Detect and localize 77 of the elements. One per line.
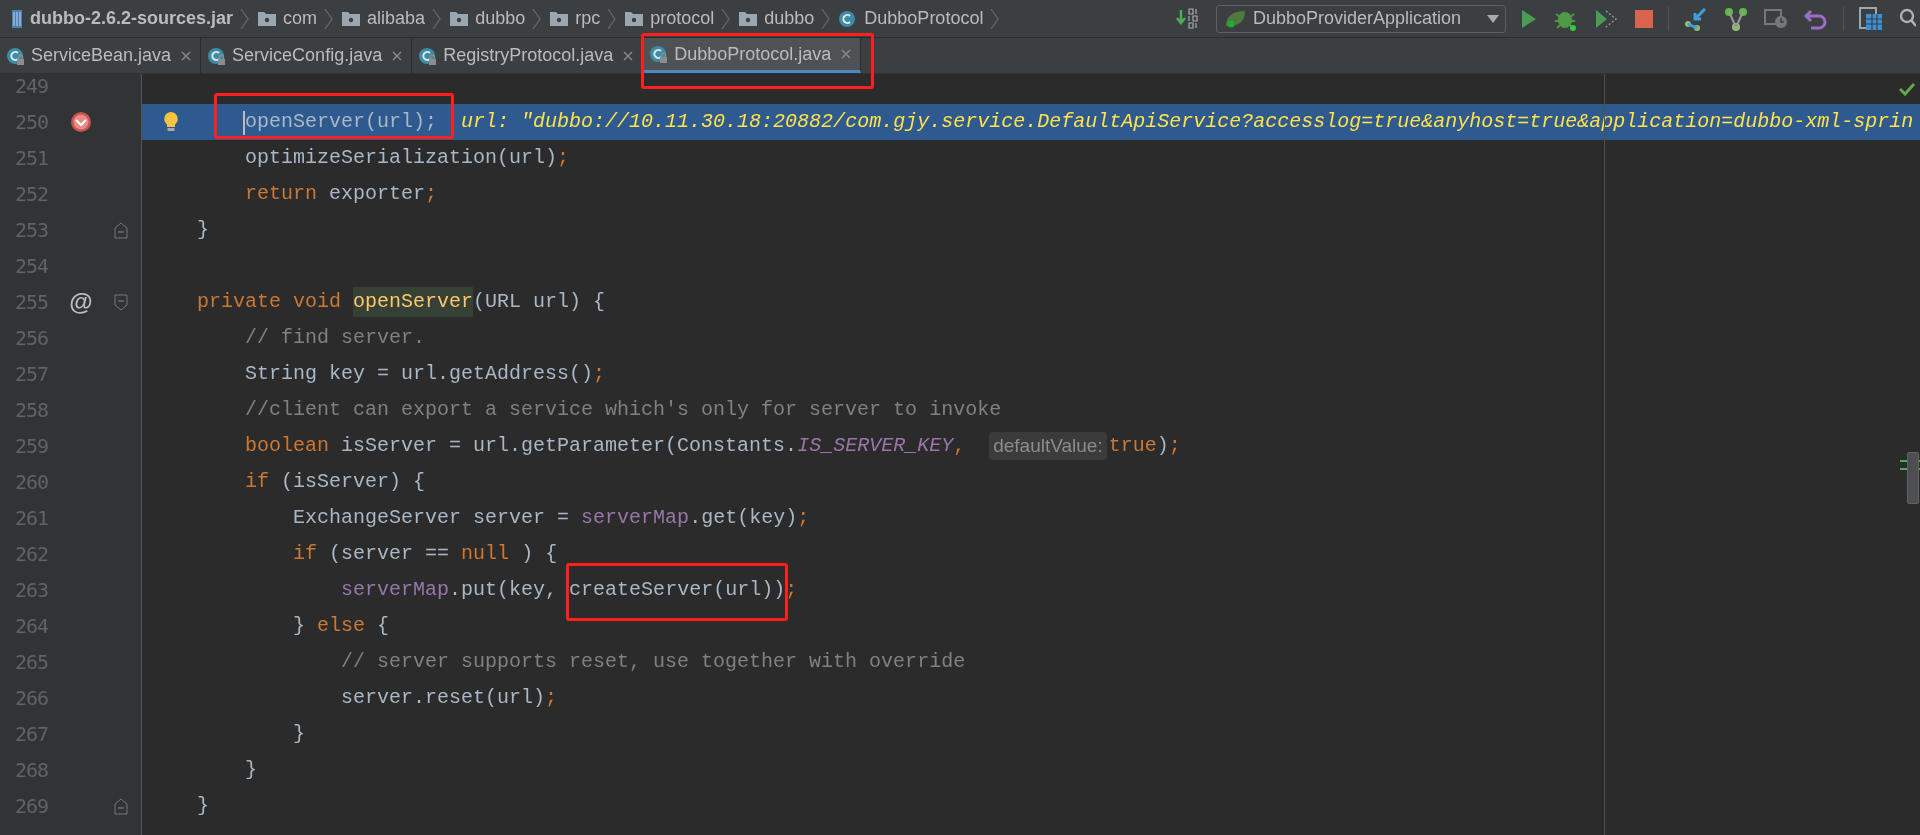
keyword: ,: [953, 433, 966, 459]
breadcrumb[interactable]: dubbo-2.6.2-sources.jar: [30, 5, 234, 32]
keyword: ;: [557, 145, 570, 171]
breadcrumb[interactable]: dubbo: [764, 5, 815, 32]
keyword: private void: [197, 289, 342, 315]
method-name: openServer: [353, 287, 474, 317]
keyword: ;: [797, 505, 810, 531]
close-icon[interactable]: [180, 49, 193, 62]
locked-class-icon: [418, 45, 439, 66]
inline-debug-value: url: "dubbo://10.11.30.18:20882/com.gjy.service.DefaultApiService?accesslog=true&anyhost=true&application=dubbo-xml-sprin: [461, 109, 1914, 135]
keyword: if: [245, 469, 270, 495]
code-text: createServer(url)): [569, 578, 786, 601]
code-text: (URL url) {: [473, 289, 606, 315]
code-text: (server ==: [329, 541, 450, 567]
code-text: openServer(url);: [245, 110, 438, 133]
no-problems-icon: [1898, 82, 1916, 96]
stop-icon[interactable]: [1634, 8, 1654, 29]
keyword: if: [293, 541, 318, 567]
code-text: String key = url.getAddress(): [245, 361, 594, 387]
keyword: boolean: [245, 433, 330, 459]
code-text: .get(key): [689, 505, 798, 531]
code-text: server.reset(url): [341, 685, 546, 711]
code-text: isServer = url.getParameter(Constants.: [341, 433, 798, 459]
keyword: ;: [425, 181, 438, 207]
code-text: optimizeSerialization(url): [245, 145, 558, 171]
locked-class-icon: [649, 44, 670, 64]
keyword: ;: [593, 361, 606, 387]
code-text: }: [293, 721, 306, 747]
commit-icon[interactable]: [1723, 5, 1749, 32]
code-text: {: [377, 613, 390, 639]
code-text: exporter: [329, 181, 426, 207]
breadcrumb[interactable]: protocol: [650, 5, 715, 32]
code-text: }: [245, 757, 258, 783]
breadcrumb[interactable]: com: [283, 5, 318, 32]
locked-class-icon: [6, 45, 26, 66]
code-text: ExchangeServer server =: [293, 505, 570, 531]
keyword: else: [317, 613, 366, 639]
code-comment: // find server.: [245, 325, 426, 351]
caret-icon: [1487, 14, 1499, 23]
keyword: ;: [1168, 433, 1181, 459]
breadcrumb[interactable]: rpc: [575, 5, 601, 32]
keyword: return: [245, 181, 318, 207]
file-tab[interactable]: DubboProtocol.java: [643, 38, 862, 73]
keyword: ;: [785, 577, 798, 603]
parameter-hint: defaultValue:: [989, 431, 1107, 461]
locked-class-icon: [207, 45, 228, 66]
lightbulb-icon[interactable]: [162, 111, 180, 132]
constant-name: IS_SERVER_KEY: [797, 433, 954, 459]
code-text: }: [197, 217, 210, 243]
code-text: .put(key,: [449, 577, 558, 603]
run-configuration-label: DubboProviderApplication: [1253, 7, 1463, 30]
project-structure-icon[interactable]: [1858, 5, 1884, 32]
close-icon[interactable]: [840, 48, 853, 60]
keyword: true: [1108, 433, 1157, 459]
code-text: }: [197, 793, 210, 819]
breadcrumb[interactable]: DubboProtocol: [864, 5, 984, 32]
code-comment: // server supports reset, use together with override: [341, 649, 966, 675]
breadcrumb[interactable]: dubbo: [475, 5, 526, 32]
field-name: serverMap: [341, 577, 450, 603]
close-icon[interactable]: [391, 49, 404, 62]
keyword: ;: [545, 685, 558, 711]
run-configuration-dropdown[interactable]: DubboProviderApplication: [1216, 4, 1506, 33]
code-text: (isServer) {: [281, 469, 426, 495]
code-comment: //client can export a service which's only for server to invoke: [245, 397, 1002, 423]
text-cursor: [243, 111, 245, 135]
code-text: }: [293, 613, 306, 639]
run-icon[interactable]: [1520, 7, 1538, 30]
update-icon[interactable]: [1683, 5, 1709, 32]
breadcrumb[interactable]: alibaba: [367, 5, 426, 32]
scrollbar-thumb[interactable]: [1907, 452, 1919, 504]
field-name: serverMap: [581, 505, 690, 531]
gutter-mark[interactable]: @: [69, 284, 93, 320]
close-icon[interactable]: [622, 49, 635, 62]
keyword: null: [461, 541, 510, 567]
archive-icon: [10, 8, 24, 29]
code-text: ): [1156, 433, 1169, 459]
code-text: ) {: [521, 541, 558, 567]
